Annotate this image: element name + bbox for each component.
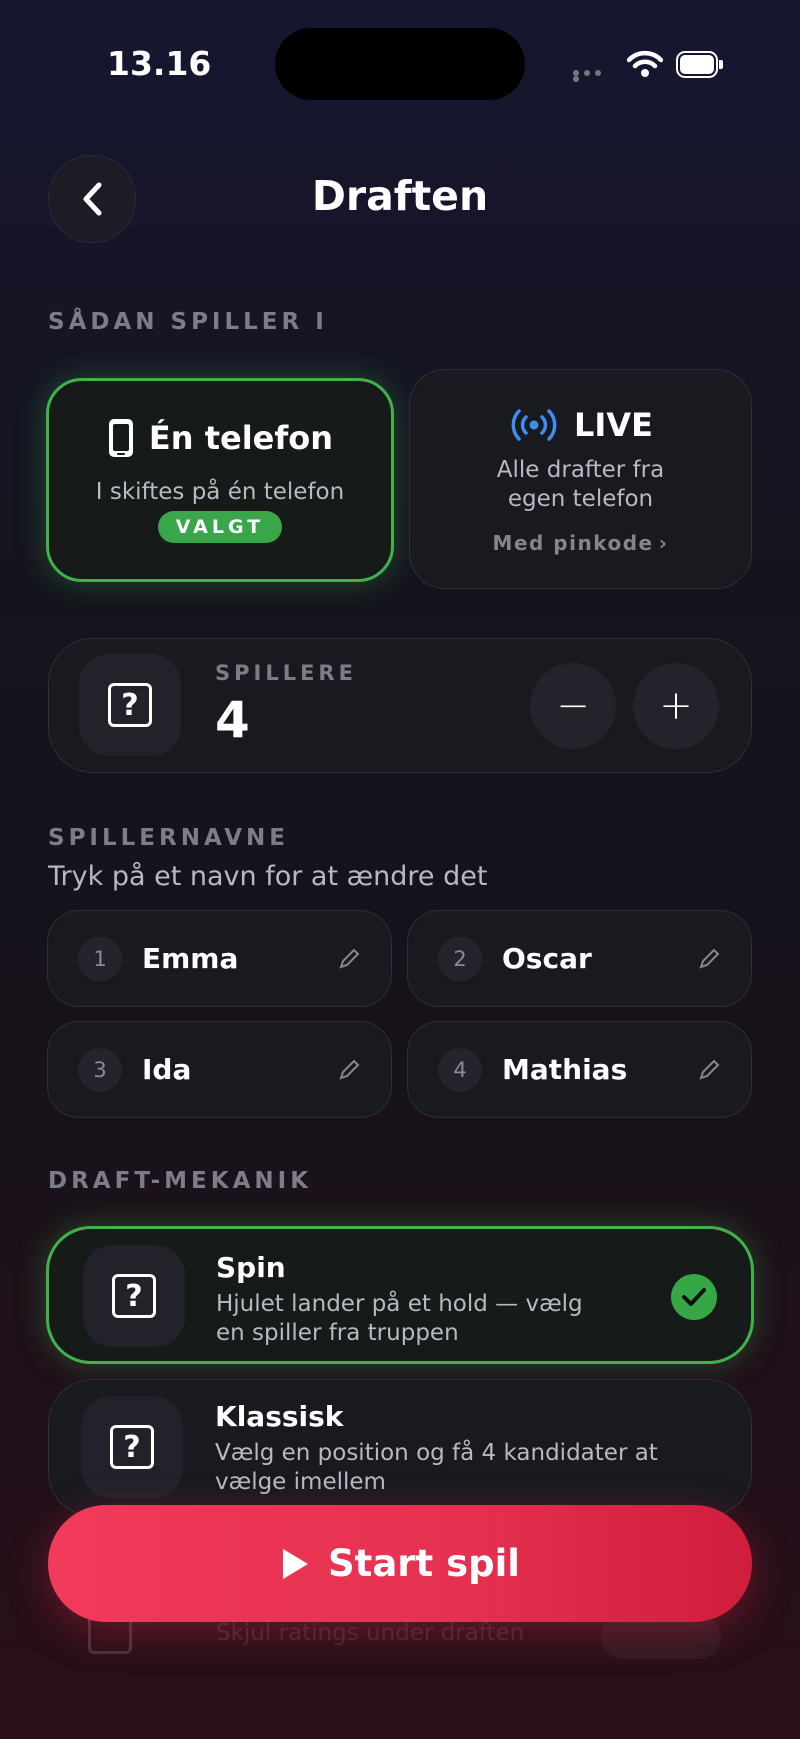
player-name-card[interactable]: 2 Oscar [407,910,752,1007]
players-count-card: ? SPILLERE 4 − + [48,638,752,773]
cellular-signal-icon [573,70,613,82]
pencil-icon [699,948,720,969]
player-number: 4 [438,1047,482,1092]
player-name: Mathias [502,1053,628,1086]
decrease-players-button[interactable]: − [530,663,616,749]
question-icon: ? [108,683,152,727]
phone-icon [108,419,133,457]
mechanic-icon-box: ? [83,1245,185,1347]
plus-icon: + [659,683,693,729]
page-title: Draften [311,172,489,220]
mechanic-icon-box: ? [81,1396,183,1498]
player-number: 2 [438,936,482,981]
question-icon: ? [110,1425,154,1469]
names-section-label: SPILLERNAVNE [48,825,289,851]
mechanic-desc-line2: en spiller fra truppen [216,1320,459,1346]
pinkode-label: Med pinkode [492,531,654,555]
start-game-button[interactable]: Start spil [48,1505,752,1622]
mechanic-classic-option[interactable]: ? Klassisk Vælg en position og få 4 kand… [48,1379,752,1517]
players-label: SPILLERE [215,661,357,685]
pencil-icon [699,1059,720,1080]
increase-players-button[interactable]: + [633,663,719,749]
play-icon [283,1548,308,1579]
player-name-card[interactable]: 4 Mathias [407,1021,752,1118]
mechanic-desc-line1: Hjulet lander på et hold — vælg [216,1291,583,1317]
mode-live-card[interactable]: LIVE Alle drafter fra egen telefon Med p… [409,369,752,589]
mechanic-section-label: DRAFT-MEKANIK [48,1168,313,1194]
player-name: Emma [142,942,239,975]
player-name-card[interactable]: 1 Emma [47,910,392,1007]
players-icon-box: ? [79,654,181,756]
selected-badge: VALGT [157,511,283,543]
mode-one-phone-title: Én telefon [148,419,334,457]
wifi-icon [627,50,663,77]
broadcast-icon [511,409,557,441]
minus-icon: − [556,683,590,729]
player-number: 1 [78,936,122,981]
mode-one-phone-card[interactable]: Én telefon I skiftes på én telefon VALGT [46,378,394,582]
pencil-icon [339,1059,360,1080]
status-time: 13.16 [107,44,212,83]
chevron-right-icon: › [658,531,669,555]
mode-section-label: SÅDAN SPILLER I [48,309,328,335]
mode-live-title: LIVE [574,406,653,444]
mechanic-desc-line1: Vælg en position og få 4 kandidater at [215,1440,658,1466]
players-count: 4 [215,691,250,749]
battery-icon [676,51,724,78]
dynamic-island [275,28,525,100]
mode-live-subtitle-line2: egen telefon [507,486,654,512]
player-number: 3 [78,1047,122,1092]
pinkode-link[interactable]: Med pinkode › [410,531,751,555]
mechanic-title: Spin [216,1251,286,1284]
player-name-card[interactable]: 3 Ida [47,1021,392,1118]
checkmark-icon [671,1274,717,1320]
names-section-subtitle: Tryk på et navn for at ændre det [48,861,488,892]
mode-one-phone-subtitle: I skiftes på én telefon [95,479,345,505]
pencil-icon [339,948,360,969]
start-game-label: Start spil [328,1542,520,1585]
hide-ratings-label: Skjul ratings under draften [216,1620,525,1646]
mechanic-desc-line2: vælge imellem [215,1469,386,1495]
mechanic-title: Klassisk [215,1400,344,1433]
question-icon: ? [112,1274,156,1318]
mode-live-subtitle-line1: Alle drafter fra [496,457,665,483]
player-name: Ida [142,1053,192,1086]
player-name: Oscar [502,942,592,975]
mechanic-spin-option[interactable]: ? Spin Hjulet lander på et hold — vælg e… [46,1226,754,1364]
